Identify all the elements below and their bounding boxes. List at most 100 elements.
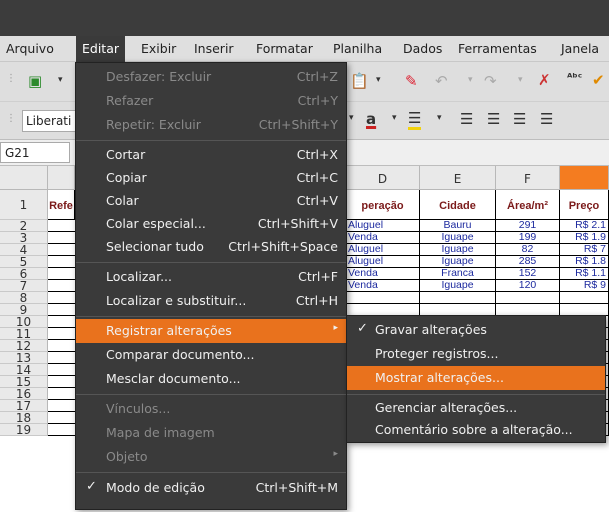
header-cell-operacao[interactable]: peração — [346, 190, 420, 220]
paste-icon[interactable]: 📋 — [350, 72, 369, 90]
menu-editar[interactable]: Editar — [76, 36, 126, 62]
column-header-d[interactable]: D — [346, 166, 420, 190]
submenu-item-protect[interactable]: Proteger registros... — [347, 342, 605, 366]
header-cell-preco[interactable]: Preço — [560, 190, 609, 220]
cell-price[interactable]: R$ 7 — [560, 244, 609, 256]
cell-op[interactable]: Venda — [346, 268, 420, 280]
menu-item-cut[interactable]: Cortar Ctrl+X — [76, 143, 346, 167]
chevron-down-icon[interactable]: ▾ — [392, 113, 397, 123]
cell-city[interactable]: Iguape — [420, 256, 496, 268]
menu-item-shortcut: Ctrl+H — [295, 293, 338, 308]
spellcheck-icon[interactable]: ᴬᵇᶜ — [567, 71, 582, 84]
cell-area[interactable]: 285 — [496, 256, 560, 268]
menu-ferramentas[interactable]: Ferramentas — [458, 41, 537, 56]
toolbar-handle-icon: ⋮ — [6, 113, 16, 124]
menu-item-compare[interactable]: Comparar documento... — [76, 343, 346, 367]
cell-area[interactable]: 152 — [496, 268, 560, 280]
chevron-down-icon[interactable]: ▾ — [518, 75, 523, 85]
cell-price[interactable]: R$ 1.8 — [560, 256, 609, 268]
cell-op[interactable] — [346, 292, 420, 304]
cell-op[interactable]: Venda — [346, 280, 420, 292]
menu-item-repeat[interactable]: Repetir: Excluir Ctrl+Shift+Y — [76, 113, 346, 137]
cell-city[interactable]: Bauru — [420, 220, 496, 232]
align-center-icon[interactable]: ☰ — [487, 110, 500, 128]
cell-area[interactable]: 199 — [496, 232, 560, 244]
cell-city[interactable]: Iguape — [420, 232, 496, 244]
clear-formatting-icon[interactable]: ✗ — [538, 71, 551, 89]
cell-price[interactable]: R$ 2.1 — [560, 220, 609, 232]
cell-price[interactable] — [560, 292, 609, 304]
cell-city[interactable]: Iguape — [420, 244, 496, 256]
column-header-g[interactable] — [560, 166, 609, 190]
menu-item-redo[interactable]: Refazer Ctrl+Y — [76, 89, 346, 113]
submenu-item-show[interactable]: Mostrar alterações... — [347, 366, 605, 390]
cell-area[interactable]: 120 — [496, 280, 560, 292]
corner-header[interactable] — [0, 166, 48, 190]
header-cell-cidade[interactable]: Cidade — [420, 190, 496, 220]
cell-price[interactable]: R$ 1.9 — [560, 232, 609, 244]
menu-planilha[interactable]: Planilha — [333, 41, 382, 56]
font-name-input[interactable]: Liberati — [22, 110, 82, 132]
cell-op[interactable]: Aluguel — [346, 220, 420, 232]
cell-price[interactable]: R$ 9 — [560, 280, 609, 292]
menu-janela[interactable]: Janela — [561, 41, 599, 56]
chevron-down-icon[interactable]: ▾ — [376, 75, 381, 85]
font-color-icon[interactable]: a — [366, 110, 376, 128]
align-left-icon[interactable]: ☰ — [460, 110, 473, 128]
menu-item-undo[interactable]: Desfazer: Excluir Ctrl+Z — [76, 65, 346, 89]
cell-op[interactable]: Venda — [346, 232, 420, 244]
cell-op[interactable]: Aluguel — [346, 244, 420, 256]
menu-item-shortcut: Ctrl+Z — [296, 69, 338, 84]
row-header[interactable]: 19 — [0, 424, 48, 436]
menu-item-object[interactable]: Objeto ▸ — [76, 445, 346, 469]
autospell-icon[interactable]: ✔ — [592, 71, 605, 89]
menu-inserir[interactable]: Inserir — [194, 41, 234, 56]
cell-op[interactable]: Aluguel — [346, 256, 420, 268]
cell-city[interactable]: Franca — [420, 268, 496, 280]
cell-city[interactable]: Iguape — [420, 280, 496, 292]
menu-item-find-replace[interactable]: Localizar e substituir... Ctrl+H — [76, 289, 346, 313]
column-header-e[interactable]: E — [420, 166, 496, 190]
chevron-down-icon[interactable]: ▾ — [437, 113, 442, 123]
cell-city[interactable] — [420, 292, 496, 304]
chevron-down-icon[interactable]: ▾ — [468, 75, 473, 85]
clone-formatting-icon[interactable]: ✎ — [405, 72, 418, 90]
menu-item-paste-special[interactable]: Colar especial... Ctrl+Shift+V — [76, 212, 346, 236]
name-box[interactable]: G21 — [0, 142, 70, 163]
menu-item-edit-mode[interactable]: ✓ Modo de edição Ctrl+Shift+M — [76, 476, 346, 500]
menu-exibir[interactable]: Exibir — [141, 41, 176, 56]
chevron-down-icon[interactable]: ▾ — [349, 113, 354, 123]
menu-item-track-changes[interactable]: Registrar alterações ▸ — [76, 319, 346, 343]
menu-dados[interactable]: Dados — [403, 41, 442, 56]
cell-area[interactable]: 291 — [496, 220, 560, 232]
header-cell-ref[interactable]: Refe — [48, 190, 75, 220]
new-document-icon[interactable]: ▣ — [28, 72, 42, 90]
cell-price[interactable]: R$ 1.1 — [560, 268, 609, 280]
row-header[interactable]: 1 — [0, 190, 48, 220]
menu-item-shortcut: Ctrl+Y — [297, 93, 338, 108]
justify-icon[interactable]: ☰ — [540, 110, 553, 128]
menu-item-copy[interactable]: Copiar Ctrl+C — [76, 166, 346, 190]
menu-item-shortcut: Ctrl+V — [296, 193, 338, 208]
menu-item-links[interactable]: Vínculos... — [76, 397, 346, 421]
menu-arquivo[interactable]: Arquivo — [6, 41, 54, 56]
cell-area[interactable]: 82 — [496, 244, 560, 256]
menu-item-image-map[interactable]: Mapa de imagem — [76, 421, 346, 445]
header-cell-area[interactable]: Área/m² — [496, 190, 560, 220]
chevron-down-icon[interactable]: ▾ — [58, 75, 63, 85]
menu-item-paste[interactable]: Colar Ctrl+V — [76, 189, 346, 213]
column-header-b[interactable] — [48, 166, 75, 190]
menu-item-select-all[interactable]: Selecionar tudo Ctrl+Shift+Space — [76, 235, 346, 259]
submenu-item-comment[interactable]: Comentário sobre a alteração... — [347, 418, 605, 442]
highlight-color-icon[interactable]: ☰ — [408, 109, 422, 130]
submenu-item-manage[interactable]: Gerenciar alterações... — [347, 396, 605, 420]
cell-area[interactable] — [496, 292, 560, 304]
menu-item-merge[interactable]: Mesclar documento... — [76, 367, 346, 391]
align-right-icon[interactable]: ☰ — [513, 110, 526, 128]
column-header-f[interactable]: F — [496, 166, 560, 190]
menu-item-find[interactable]: Localizar... Ctrl+F — [76, 265, 346, 289]
menu-formatar[interactable]: Formatar — [256, 41, 313, 56]
submenu-item-record[interactable]: ✓ Gravar alterações — [347, 318, 605, 342]
redo-icon[interactable]: ↷ — [484, 72, 497, 90]
undo-icon[interactable]: ↶ — [435, 72, 448, 90]
